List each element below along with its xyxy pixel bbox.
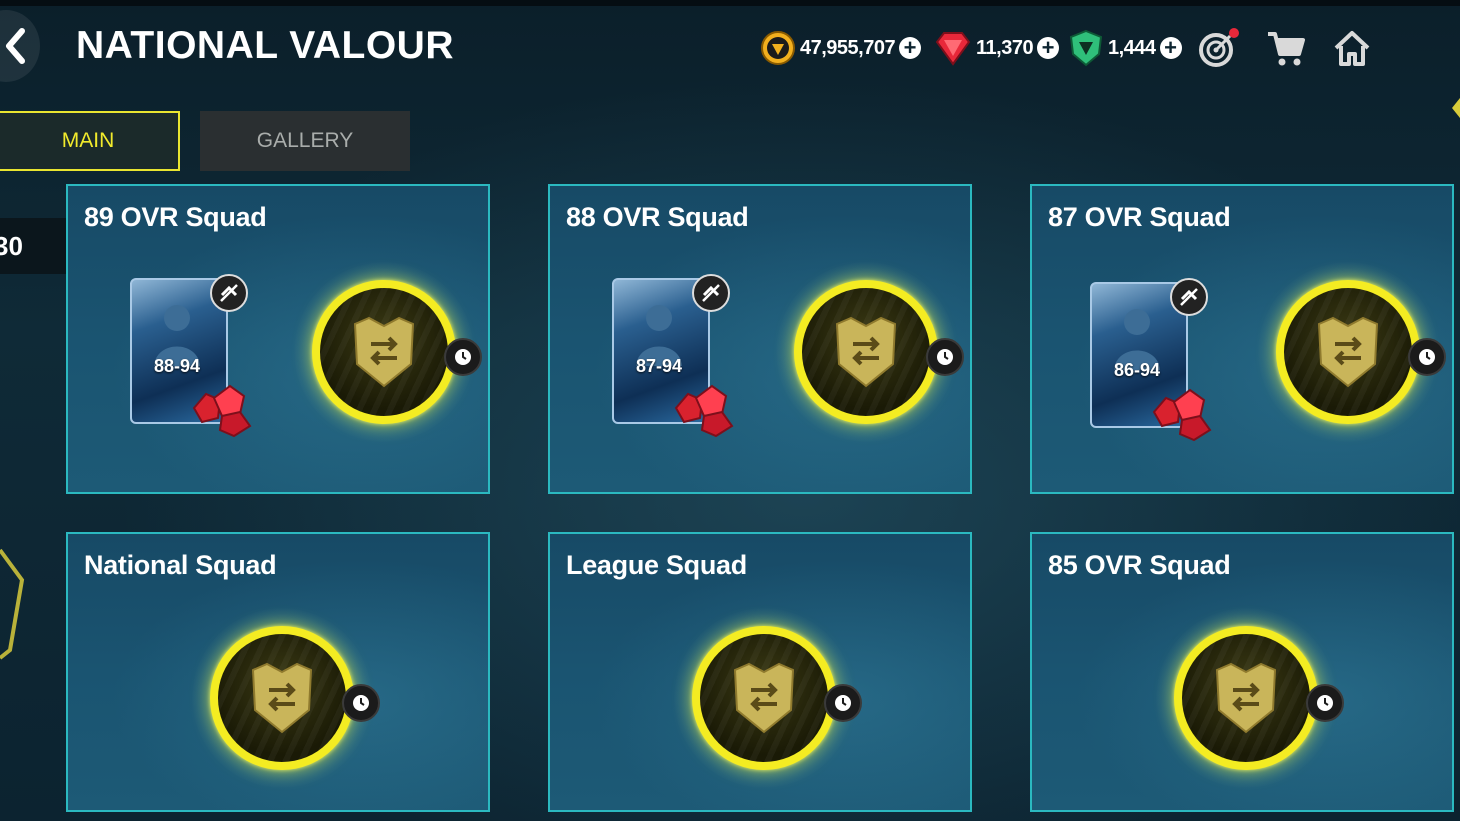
gem-pile-icon: [674, 384, 734, 438]
coin-icon: [761, 31, 795, 65]
squad-badge: [192, 608, 380, 788]
squad-card-league[interactable]: League Squad: [548, 532, 972, 812]
clock-icon: [444, 338, 482, 376]
tab-main[interactable]: MAIN: [0, 111, 180, 171]
gem-balance: 11,370 +: [934, 26, 1060, 70]
card-title: 88 OVR Squad: [566, 202, 749, 232]
swap-shield-icon: [835, 316, 897, 388]
add-coins-button[interactable]: +: [899, 37, 922, 59]
home-icon: [1334, 31, 1370, 66]
clock-icon: [1306, 684, 1344, 722]
swap-shield-icon: [251, 662, 313, 734]
badge-core: [1182, 634, 1310, 762]
card-title: League Squad: [566, 550, 747, 580]
decorative-arrow: [1452, 98, 1460, 118]
decorative-shape: [0, 548, 25, 660]
objectives-button[interactable]: [1194, 24, 1242, 72]
coin-balance: 47,955,707 +: [760, 26, 922, 70]
top-strip: [0, 0, 1460, 6]
badge-core: [1284, 288, 1412, 416]
card-title: National Squad: [84, 550, 277, 580]
gem-icon: [935, 32, 971, 66]
badge-core: [700, 634, 828, 762]
swap-shield-icon: [733, 662, 795, 734]
squad-badge: [776, 262, 964, 442]
points-amount: 1,444: [1108, 36, 1156, 59]
points-balance: 1,444 +: [1068, 26, 1182, 70]
tab-gallery[interactable]: GALLERY: [200, 111, 410, 171]
gem-pile-icon: [1152, 388, 1212, 442]
gem-amount: 11,370: [976, 36, 1034, 59]
clock-icon: [1408, 338, 1446, 376]
gem-pile-icon: [192, 384, 252, 438]
player-card: 87-94: [606, 274, 734, 438]
add-gems-button[interactable]: +: [1037, 37, 1060, 59]
squad-card-87-ovr[interactable]: 87 OVR Squad 86-94: [1030, 184, 1454, 494]
points-icon: [1069, 29, 1103, 67]
target-icon: [1199, 28, 1239, 67]
player-card: 88-94: [124, 274, 252, 438]
store-button[interactable]: [1262, 24, 1310, 72]
squad-card-88-ovr[interactable]: 88 OVR Squad 87-94: [548, 184, 972, 494]
back-button[interactable]: [0, 10, 40, 82]
squad-badge: [1156, 608, 1344, 788]
badge-core: [320, 288, 448, 416]
squad-card-85-ovr[interactable]: 85 OVR Squad: [1030, 532, 1454, 812]
player-card: 86-94: [1084, 278, 1212, 442]
side-counter-value: 30: [0, 230, 23, 261]
tab-main-label: MAIN: [61, 129, 115, 152]
swap-shield-icon: [1317, 316, 1379, 388]
squad-badge: [674, 608, 862, 788]
card-title: 85 OVR Squad: [1048, 550, 1231, 580]
swap-shield-icon: [353, 316, 415, 388]
squad-card-89-ovr[interactable]: 89 OVR Squad 88-94: [66, 184, 490, 494]
coin-amount: 47,955,707: [800, 36, 896, 59]
untradeable-icon: [1170, 278, 1208, 316]
squad-badge: [294, 262, 482, 442]
home-button[interactable]: [1328, 24, 1376, 72]
card-title: 89 OVR Squad: [84, 202, 267, 232]
back-arrow-icon: [6, 28, 25, 64]
clock-icon: [342, 684, 380, 722]
untradeable-icon: [692, 274, 730, 312]
squad-card-national[interactable]: National Squad: [66, 532, 490, 812]
page-title: NATIONAL VALOUR: [76, 24, 454, 67]
badge-core: [802, 288, 930, 416]
clock-icon: [824, 684, 862, 722]
card-title: 87 OVR Squad: [1048, 202, 1231, 232]
add-points-button[interactable]: +: [1159, 37, 1182, 59]
cart-icon: [1268, 32, 1305, 66]
clock-icon: [926, 338, 964, 376]
squad-badge: [1258, 262, 1446, 442]
badge-core: [218, 634, 346, 762]
untradeable-icon: [210, 274, 248, 312]
swap-shield-icon: [1215, 662, 1277, 734]
tab-gallery-label: GALLERY: [256, 129, 354, 152]
